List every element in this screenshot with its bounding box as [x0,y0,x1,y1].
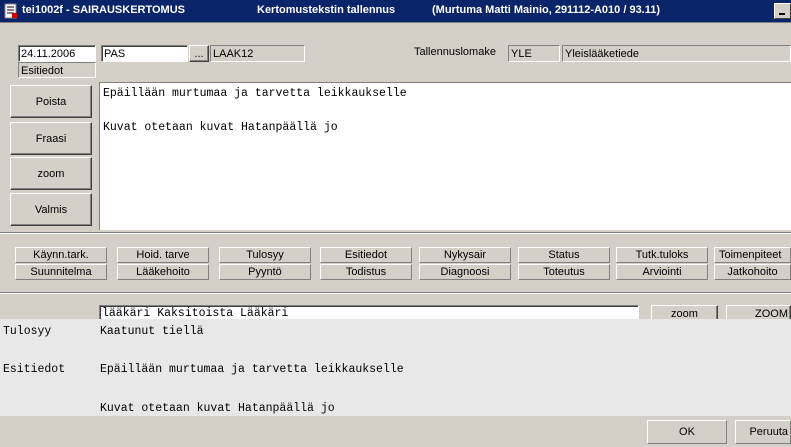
done-button[interactable]: Valmis [10,193,92,226]
heading-status[interactable]: Status [518,247,610,263]
heading-suunnitelma[interactable]: Suunnitelma [15,264,107,280]
preview-entry-label: Tulosyy [3,325,52,338]
laak-field: LAAK12 [210,45,305,62]
heading-hoidtarve[interactable]: Hoid. tarve [117,247,209,263]
preview-entry-text: Kaatunut tiellä [100,325,204,338]
heading-laakehoito[interactable]: Lääkehoito [117,264,209,280]
editor-line: Epäillään murtumaa ja tarvetta leikkauks… [103,87,407,100]
preview-entry-label: Esitiedot [3,363,66,376]
section-label: Esitiedot [18,62,96,78]
delete-button[interactable]: Poista [10,85,92,118]
window-title-app: tei1002f - SAIRAUSKERTOMUS [22,4,185,16]
heading-tutktuloks[interactable]: Tutk.tuloks [616,247,708,263]
heading-kaynntark[interactable]: Käynn.tark. [15,247,107,263]
heading-jatkohoito[interactable]: Jatkohoito [714,264,791,280]
browse-button[interactable]: ... [189,45,209,62]
date-field[interactable]: 24.11.2006 [18,45,96,62]
heading-toteutus[interactable]: Toteutus [518,264,610,280]
ok-button[interactable]: OK [647,420,727,444]
divider [0,232,791,234]
zoom-side-button[interactable]: zoom [10,157,92,190]
editor-line: Kuvat otetaan kuvat Hatanpäällä jo [103,121,338,134]
preview-entry-text: Kuvat otetaan kuvat Hatanpäällä jo [100,402,335,415]
app-icon [4,3,17,19]
preview-entry-text: Epäillään murtumaa ja tarvetta leikkauks… [100,363,404,376]
divider [0,292,791,294]
title-bar: tei1002f - SAIRAUSKERTOMUS Kertomustekst… [0,0,791,22]
code-field[interactable]: PAS [101,45,188,62]
top-divider [0,22,791,32]
window-title-section: Kertomustekstin tallennus [257,4,396,16]
heading-arviointi[interactable]: Arviointi [616,264,708,280]
heading-toimenpiteet[interactable]: Toimenpiteet [714,247,791,263]
form-code-field: YLE [508,45,560,62]
heading-esitiedot[interactable]: Esitiedot [320,247,412,263]
heading-todistus[interactable]: Todistus [320,264,412,280]
heading-tulosyy[interactable]: Tulosyy [219,247,311,263]
form-label: Tallennuslomake [414,46,496,58]
cancel-button[interactable]: Peruuta [735,420,791,444]
form-name-field: Yleislääketiede [562,45,791,62]
phrase-button[interactable]: Fraasi [10,122,92,155]
heading-pyynto[interactable]: Pyyntö [219,264,311,280]
minimize-button[interactable] [774,3,791,19]
text-editor[interactable]: Epäillään murtumaa ja tarvetta leikkauks… [99,82,791,230]
window-title-patient: (Murtuma Matti Mainio, 291112-A010 / 93.… [432,4,661,16]
heading-diagnoosi[interactable]: Diagnoosi [419,264,511,280]
heading-nykysair[interactable]: Nykysair [419,247,511,263]
